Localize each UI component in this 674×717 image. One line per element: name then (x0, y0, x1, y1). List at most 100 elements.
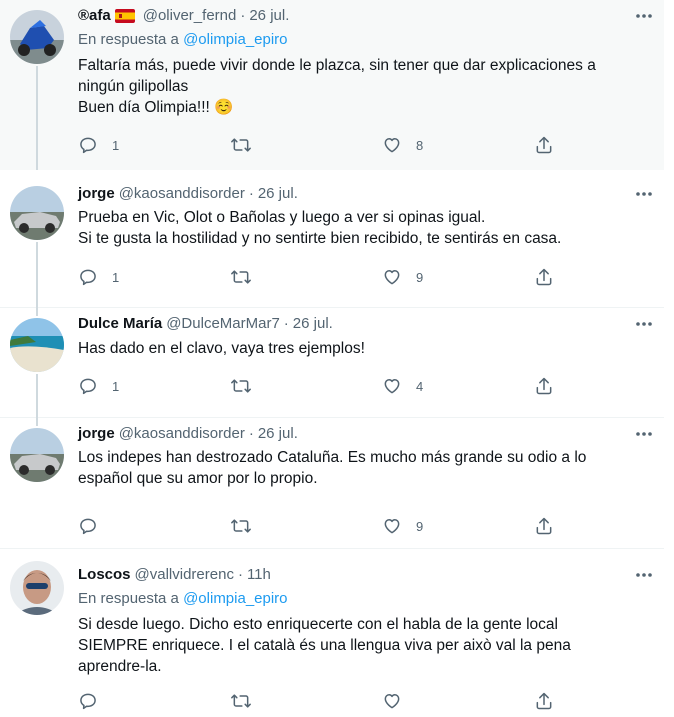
display-name[interactable]: Dulce María (78, 314, 162, 334)
display-name[interactable]: ®afa (78, 6, 111, 26)
tweet[interactable]: Loscos @vallvidrerenc · 11h En respuesta… (0, 549, 664, 717)
display-name[interactable]: jorge (78, 424, 115, 444)
share-button[interactable] (534, 516, 554, 536)
thread-line (36, 308, 38, 316)
tweet-content: Loscos @vallvidrerenc · 11h En respuesta… (78, 565, 650, 677)
reply-count: 1 (112, 378, 120, 394)
retweet-button[interactable] (230, 691, 252, 711)
share-button[interactable] (534, 691, 554, 711)
display-name[interactable]: jorge (78, 184, 115, 204)
share-icon (534, 376, 554, 396)
separator-dot: · (248, 185, 254, 202)
retweet-icon (230, 516, 252, 536)
heart-icon (382, 691, 402, 711)
retweet-button[interactable] (230, 376, 252, 396)
more-icon[interactable] (634, 314, 654, 334)
share-button[interactable] (534, 135, 554, 155)
more-icon[interactable] (634, 6, 654, 26)
retweet-button[interactable] (230, 267, 252, 287)
share-button[interactable] (534, 267, 554, 287)
user-handle[interactable]: @oliver_fernd (143, 6, 237, 26)
tweet-text-line: Buen día Olimpia!!! ☺️ (78, 99, 234, 116)
heart-icon (382, 516, 402, 536)
like-button[interactable]: 9 (382, 516, 423, 536)
avatar[interactable] (10, 428, 64, 482)
user-handle[interactable]: @kaosanddisorder (119, 424, 245, 444)
timestamp[interactable]: 26 jul. (293, 314, 333, 334)
tweet-text: Has dado en el clavo, vaya tres ejemplos… (78, 338, 650, 359)
tweet[interactable]: ®afa @oliver_fernd · 26 jul. En respuest… (0, 0, 664, 170)
like-count: 4 (416, 378, 424, 394)
retweet-icon (230, 135, 252, 155)
spain-flag-icon (114, 9, 135, 23)
timestamp[interactable]: 26 jul. (258, 184, 298, 204)
separator-dot: · (240, 7, 246, 24)
tweet-text: Si desde luego. Dicho esto enriquecerte … (78, 614, 650, 677)
timestamp[interactable]: 26 jul. (249, 6, 289, 26)
share-button[interactable] (534, 376, 554, 396)
reply-mention-link[interactable]: @olimpia_epiro (183, 31, 287, 48)
retweet-button[interactable] (230, 516, 252, 536)
like-button[interactable]: 8 (382, 135, 423, 155)
avatar[interactable] (10, 186, 64, 240)
more-icon[interactable] (634, 184, 654, 204)
tweet-actions: 1 9 (78, 265, 558, 289)
reply-button[interactable] (78, 691, 112, 711)
like-count: 9 (416, 518, 424, 534)
reply-prefix: En respuesta a (78, 590, 179, 607)
avatar[interactable] (10, 10, 64, 64)
reply-icon (78, 376, 98, 396)
reply-mention-link[interactable]: @olimpia_epiro (183, 590, 287, 607)
like-button[interactable]: 4 (382, 376, 423, 396)
tweet-text: Los indepes han destrozado Cataluña. Es … (78, 447, 650, 489)
reply-button[interactable]: 1 (78, 135, 119, 155)
separator-dot: · (283, 315, 289, 332)
reply-count: 1 (112, 137, 120, 153)
tweet-text-line: español que su amor por lo propio. (78, 470, 318, 487)
tweet-actions: 1 8 (78, 133, 558, 157)
tweet-text-line: Has dado en el clavo, vaya tres ejemplos… (78, 340, 365, 357)
user-handle[interactable]: @kaosanddisorder (119, 184, 245, 204)
like-button[interactable] (382, 691, 416, 711)
user-handle[interactable]: @vallvidrerenc (135, 565, 234, 585)
retweet-icon (230, 267, 252, 287)
avatar[interactable] (10, 318, 64, 372)
reply-feed: ®afa @oliver_fernd · 26 jul. En respuest… (0, 0, 664, 717)
thread-line (36, 66, 38, 170)
heart-icon (382, 135, 402, 155)
separator-dot: · (237, 566, 243, 583)
tweet-text-line: aprendre-la. (78, 658, 162, 675)
user-handle[interactable]: @DulceMarMar7 (166, 314, 280, 334)
reply-button[interactable] (78, 516, 112, 536)
share-icon (534, 691, 554, 711)
thread-line (36, 418, 38, 426)
tweet[interactable]: jorge @kaosanddisorder · 26 jul. Prueba … (0, 178, 664, 308)
timestamp[interactable]: 26 jul. (258, 424, 298, 444)
avatar[interactable] (10, 561, 64, 615)
tweet[interactable]: jorge @kaosanddisorder · 26 jul. Los ind… (0, 418, 664, 549)
tweet-content: jorge @kaosanddisorder · 26 jul. Prueba … (78, 184, 650, 249)
display-name[interactable]: Loscos (78, 565, 131, 585)
tweet-header: jorge @kaosanddisorder · 26 jul. (78, 184, 650, 204)
more-icon[interactable] (634, 565, 654, 585)
retweet-button[interactable] (230, 135, 252, 155)
tweet-text: Prueba en Vic, Olot o Bañolas y luego a … (78, 207, 650, 249)
more-icon[interactable] (634, 424, 654, 444)
timestamp[interactable]: 11h (247, 565, 271, 585)
like-count: 8 (416, 137, 424, 153)
like-button[interactable]: 9 (382, 267, 423, 287)
tweet[interactable]: Dulce María @DulceMarMar7 · 26 jul. Has … (0, 308, 664, 418)
tweet-actions (78, 689, 558, 713)
reply-button[interactable]: 1 (78, 267, 119, 287)
share-icon (534, 267, 554, 287)
heart-icon (382, 376, 402, 396)
tweet-text-line: ningún gilipollas (78, 78, 189, 95)
reply-context: En respuesta a @olimpia_epiro (78, 589, 650, 609)
tweet-header: Loscos @vallvidrerenc · 11h (78, 565, 650, 585)
tweet-header: ®afa @oliver_fernd · 26 jul. (78, 6, 650, 26)
reply-icon (78, 516, 98, 536)
tweet-content: Dulce María @DulceMarMar7 · 26 jul. Has … (78, 314, 650, 359)
retweet-icon (230, 376, 252, 396)
reply-button[interactable]: 1 (78, 376, 119, 396)
like-count: 9 (416, 269, 424, 285)
